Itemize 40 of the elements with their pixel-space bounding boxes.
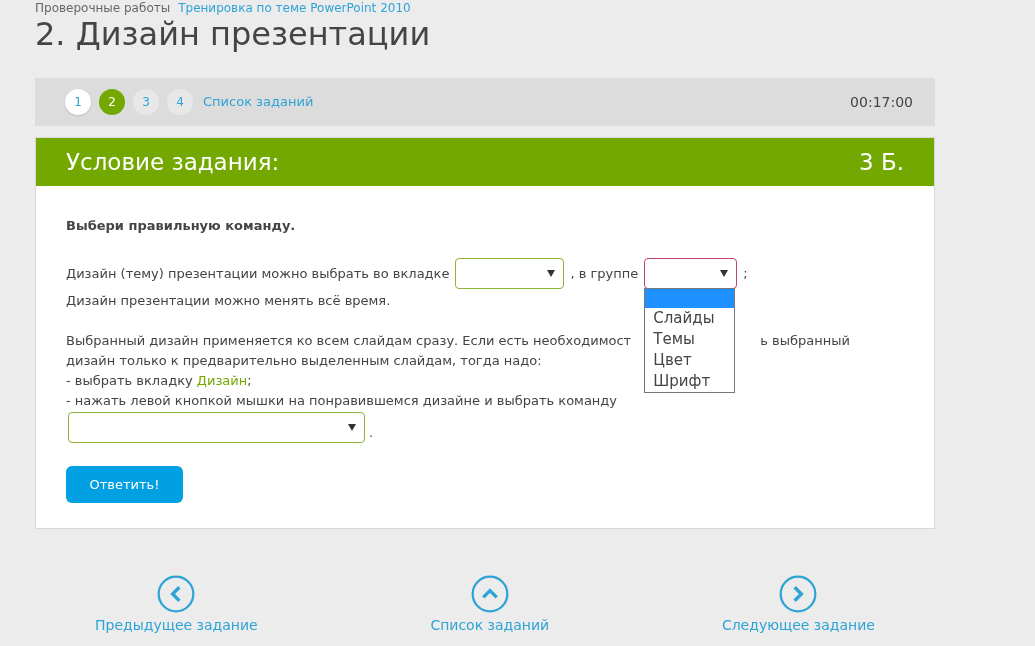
right-chevron-circle-icon[interactable] <box>779 575 818 613</box>
question-text: Дизайн презентации можно менять всё время. <box>66 292 391 310</box>
footer-nav-link[interactable]: Предыдущее задание <box>95 615 258 636</box>
answer-button[interactable]: Ответить! <box>66 466 183 503</box>
question-text: , в группе <box>570 264 639 283</box>
dropdown-option[interactable]: Шрифт <box>645 371 735 392</box>
question-text: . <box>369 424 374 442</box>
dropdown-option[interactable]: Темы <box>645 329 735 350</box>
page-title: 2. Дизайн презентации <box>35 16 431 52</box>
dropdown-field[interactable] <box>68 412 365 443</box>
step-button[interactable]: 1 <box>65 89 91 115</box>
caret-icon <box>348 424 356 431</box>
timer: 00:17:00 <box>850 92 913 112</box>
question-text: Дизайн (тему) презентации можно выбрать во вкладке <box>66 264 450 283</box>
caret-icon <box>547 270 556 277</box>
instruction-text: Выбери правильную команду. <box>66 217 297 235</box>
step-button[interactable]: 4 <box>167 89 193 115</box>
question-text: - выбрать вкладку Дизайн; <box>66 372 252 390</box>
question-text: дизайн только к предварительно выделенным слайдам, тогда надо: <box>66 352 542 370</box>
dropdown-field[interactable] <box>644 258 738 289</box>
question-text: - нажать левой кнопкой мышки на понравившемся дизайне и выбрать команду <box>66 392 618 410</box>
question-text: ; <box>743 264 748 283</box>
design-link[interactable]: Дизайн <box>196 373 248 388</box>
task-header: Условие задания: <box>66 147 280 177</box>
left-chevron-circle-icon[interactable] <box>157 575 196 613</box>
up-chevron-circle-icon[interactable] <box>470 575 509 613</box>
footer-nav-link[interactable]: Следующее задание <box>721 615 875 636</box>
step-button[interactable]: 3 <box>133 89 159 115</box>
breadcrumb-link[interactable]: Тренировка по теме PowerPoint 2010 <box>178 1 411 15</box>
step-button[interactable]: 2 <box>99 89 125 115</box>
task-list-link[interactable]: Список заданий <box>203 92 314 112</box>
dropdown-option[interactable]: Цвет <box>645 350 735 371</box>
question-text: ь выбранный <box>760 332 850 350</box>
dropdown-option[interactable]: Слайды <box>645 308 735 329</box>
footer-nav-link[interactable]: Список заданий <box>430 615 550 636</box>
dropdown-field[interactable] <box>455 258 565 289</box>
question-text: Выбранный дизайн применяется ко всем слайдам сразу. Если есть необходимост <box>66 332 632 350</box>
caret-icon <box>720 270 729 277</box>
points: 3 Б. <box>858 147 904 177</box>
breadcrumb-link[interactable]: Проверочные работы <box>35 1 171 15</box>
